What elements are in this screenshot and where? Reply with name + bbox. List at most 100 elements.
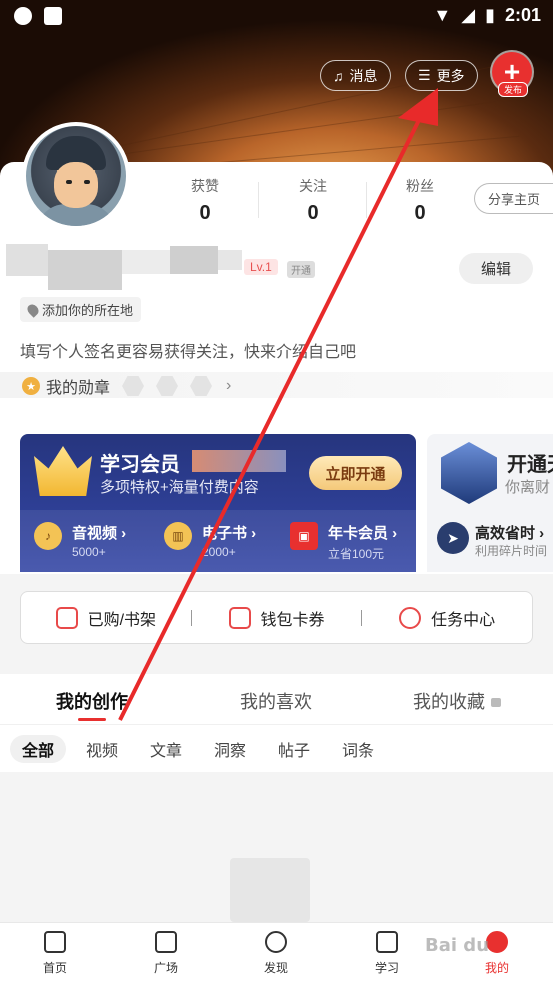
nav-discover[interactable]: 发现 — [241, 931, 311, 976]
filter-article[interactable]: 文章 — [138, 735, 194, 763]
edit-profile-button[interactable]: 编辑 — [459, 253, 533, 284]
nav-label: 学习 — [374, 961, 399, 975]
filter-video[interactable]: 视频 — [74, 735, 130, 763]
following-stat[interactable]: 关注 0 — [273, 176, 353, 225]
more-button[interactable]: ☰ 更多 — [405, 60, 478, 91]
messages-button[interactable]: ♫ 消息 — [320, 60, 391, 91]
profile-icon — [486, 931, 508, 953]
send-icon: ➤ — [437, 522, 469, 554]
study-membership-banner[interactable]: 学习会员 多项特权+海量付费内容 立即开通 ♪ 音视频 › 5000+ ▥ 电子… — [20, 434, 416, 572]
username-blurred — [170, 246, 218, 274]
medals-row[interactable]: ★ 我的勋章 › — [0, 372, 553, 400]
medal-placeholder-icon — [190, 376, 213, 396]
gem-icon — [441, 442, 497, 504]
location-button[interactable]: 添加你的所在地 — [20, 297, 142, 322]
following-label: 关注 — [299, 178, 327, 194]
nav-study[interactable]: 学习 — [352, 931, 422, 976]
nav-square[interactable]: 广场 — [131, 931, 201, 976]
secondary-title: 开通天 — [507, 454, 553, 476]
following-value: 0 — [307, 202, 319, 224]
menu-icon: ☰ — [418, 67, 431, 83]
tab-my-creations[interactable]: 我的创作 — [56, 688, 128, 714]
share-profile-button[interactable]: 分享主页 — [474, 183, 553, 214]
level-badge: Lv.1 — [244, 259, 278, 275]
wallet-button[interactable]: 钱包卡券 — [192, 606, 362, 630]
filter-entry[interactable]: 词条 — [330, 735, 386, 763]
purchased-bookshelf-button[interactable]: 已购/书架 — [21, 606, 191, 630]
compass-icon — [265, 931, 287, 953]
signal-icon: ◢ — [461, 5, 476, 25]
gallery-icon — [44, 7, 62, 25]
content-tabs: 我的创作 我的喜欢 我的收藏 — [0, 674, 553, 724]
username-blurred — [6, 244, 48, 276]
secondary-membership-banner[interactable]: 开通天 你离财 ➤ 高效省时 › 利用碎片时间 — [427, 434, 553, 572]
red-envelope-icon: ▣ — [290, 522, 318, 550]
nav-label: 广场 — [153, 961, 178, 975]
medal-placeholder-icon — [156, 376, 179, 396]
empty-state-illustration — [230, 858, 310, 922]
likes-value: 0 — [199, 202, 211, 224]
filter-chips: 全部 视频 文章 洞察 帖子 词条 — [0, 724, 553, 772]
avatar-face — [54, 162, 98, 208]
crown-icon — [34, 446, 92, 496]
stat-divider — [258, 182, 259, 218]
wifi-icon: ▼ — [433, 5, 452, 25]
bio-placeholder[interactable]: 填写个人签名更容易获得关注，快来介绍自己吧 — [20, 338, 356, 362]
quick-label: 任务中心 — [431, 611, 496, 629]
filter-insight[interactable]: 洞察 — [202, 735, 258, 763]
baidu-watermark-logo: Bai du — [425, 935, 490, 956]
medal-placeholder-icon — [122, 376, 145, 396]
avatar-eye — [84, 180, 90, 184]
membership-subtitle: 多项特权+海量付费内容 — [100, 479, 259, 496]
filter-post[interactable]: 帖子 — [266, 735, 322, 763]
tab-my-likes[interactable]: 我的喜欢 — [240, 688, 312, 714]
task-center-button[interactable]: 任务中心 — [362, 606, 532, 630]
wallet-icon — [228, 606, 251, 629]
status-bar: ▼ ◢ ▮ 2:01 — [0, 0, 553, 34]
followers-value: 0 — [414, 202, 426, 224]
vip-open-tag[interactable]: 开通 — [287, 261, 315, 278]
nav-label: 首页 — [42, 961, 67, 975]
lock-icon — [491, 698, 501, 707]
more-label: 更多 — [436, 67, 465, 84]
perk-title: 年卡会员 — [328, 525, 389, 542]
battery-icon: ▮ — [485, 5, 495, 25]
bookshelf-icon — [55, 606, 78, 629]
tab-my-favorites[interactable]: 我的收藏 — [413, 688, 501, 714]
perk-annual-card[interactable]: ▣ 年卡会员 › 立省100元 — [290, 522, 397, 562]
perk-audio-video[interactable]: ♪ 音视频 › 5000+ — [34, 522, 126, 559]
medals-label: 我的勋章 — [46, 380, 111, 397]
membership-blurred — [192, 450, 286, 472]
followers-stat[interactable]: 粉丝 0 — [380, 176, 460, 225]
avatar[interactable] — [22, 122, 130, 230]
username-blurred — [122, 250, 170, 274]
chevron-right-icon: › — [226, 377, 232, 394]
headphones-icon: ♪ — [34, 522, 62, 550]
likes-stat[interactable]: 获赞 0 — [165, 176, 245, 225]
membership-title: 学习会员 — [100, 454, 180, 476]
nav-home[interactable]: 首页 — [20, 931, 90, 976]
active-tab-indicator — [78, 718, 106, 721]
quick-label: 已购/书架 — [87, 611, 157, 629]
messages-label: 消息 — [349, 67, 378, 84]
secondary-perk-title: 高效省时 — [475, 525, 536, 542]
medal-icon: ★ — [22, 377, 40, 395]
perk-ebook[interactable]: ▥ 电子书 › 2000+ — [164, 522, 256, 559]
nav-label: 发现 — [263, 961, 288, 975]
secondary-perk-sub: 利用碎片时间 — [475, 544, 548, 558]
followers-label: 粉丝 — [406, 178, 434, 194]
quick-actions-bar: 已购/书架 钱包卡券 任务中心 — [20, 591, 533, 644]
filter-all[interactable]: 全部 — [10, 735, 67, 763]
publish-label: 发布 — [498, 82, 529, 97]
status-time: 2:01 — [504, 5, 541, 25]
location-pin-icon — [25, 301, 41, 318]
perk-sub: 2000+ — [202, 545, 236, 559]
nav-label: 我的 — [484, 961, 509, 975]
globe-gridline — [62, 97, 518, 164]
notification-icon — [14, 7, 32, 25]
location-label: 添加你的所在地 — [42, 303, 134, 318]
home-icon — [44, 931, 66, 953]
open-membership-button[interactable]: 立即开通 — [309, 456, 402, 490]
perk-sub: 立省100元 — [328, 547, 385, 561]
perk-title: 音视频 — [72, 525, 118, 542]
